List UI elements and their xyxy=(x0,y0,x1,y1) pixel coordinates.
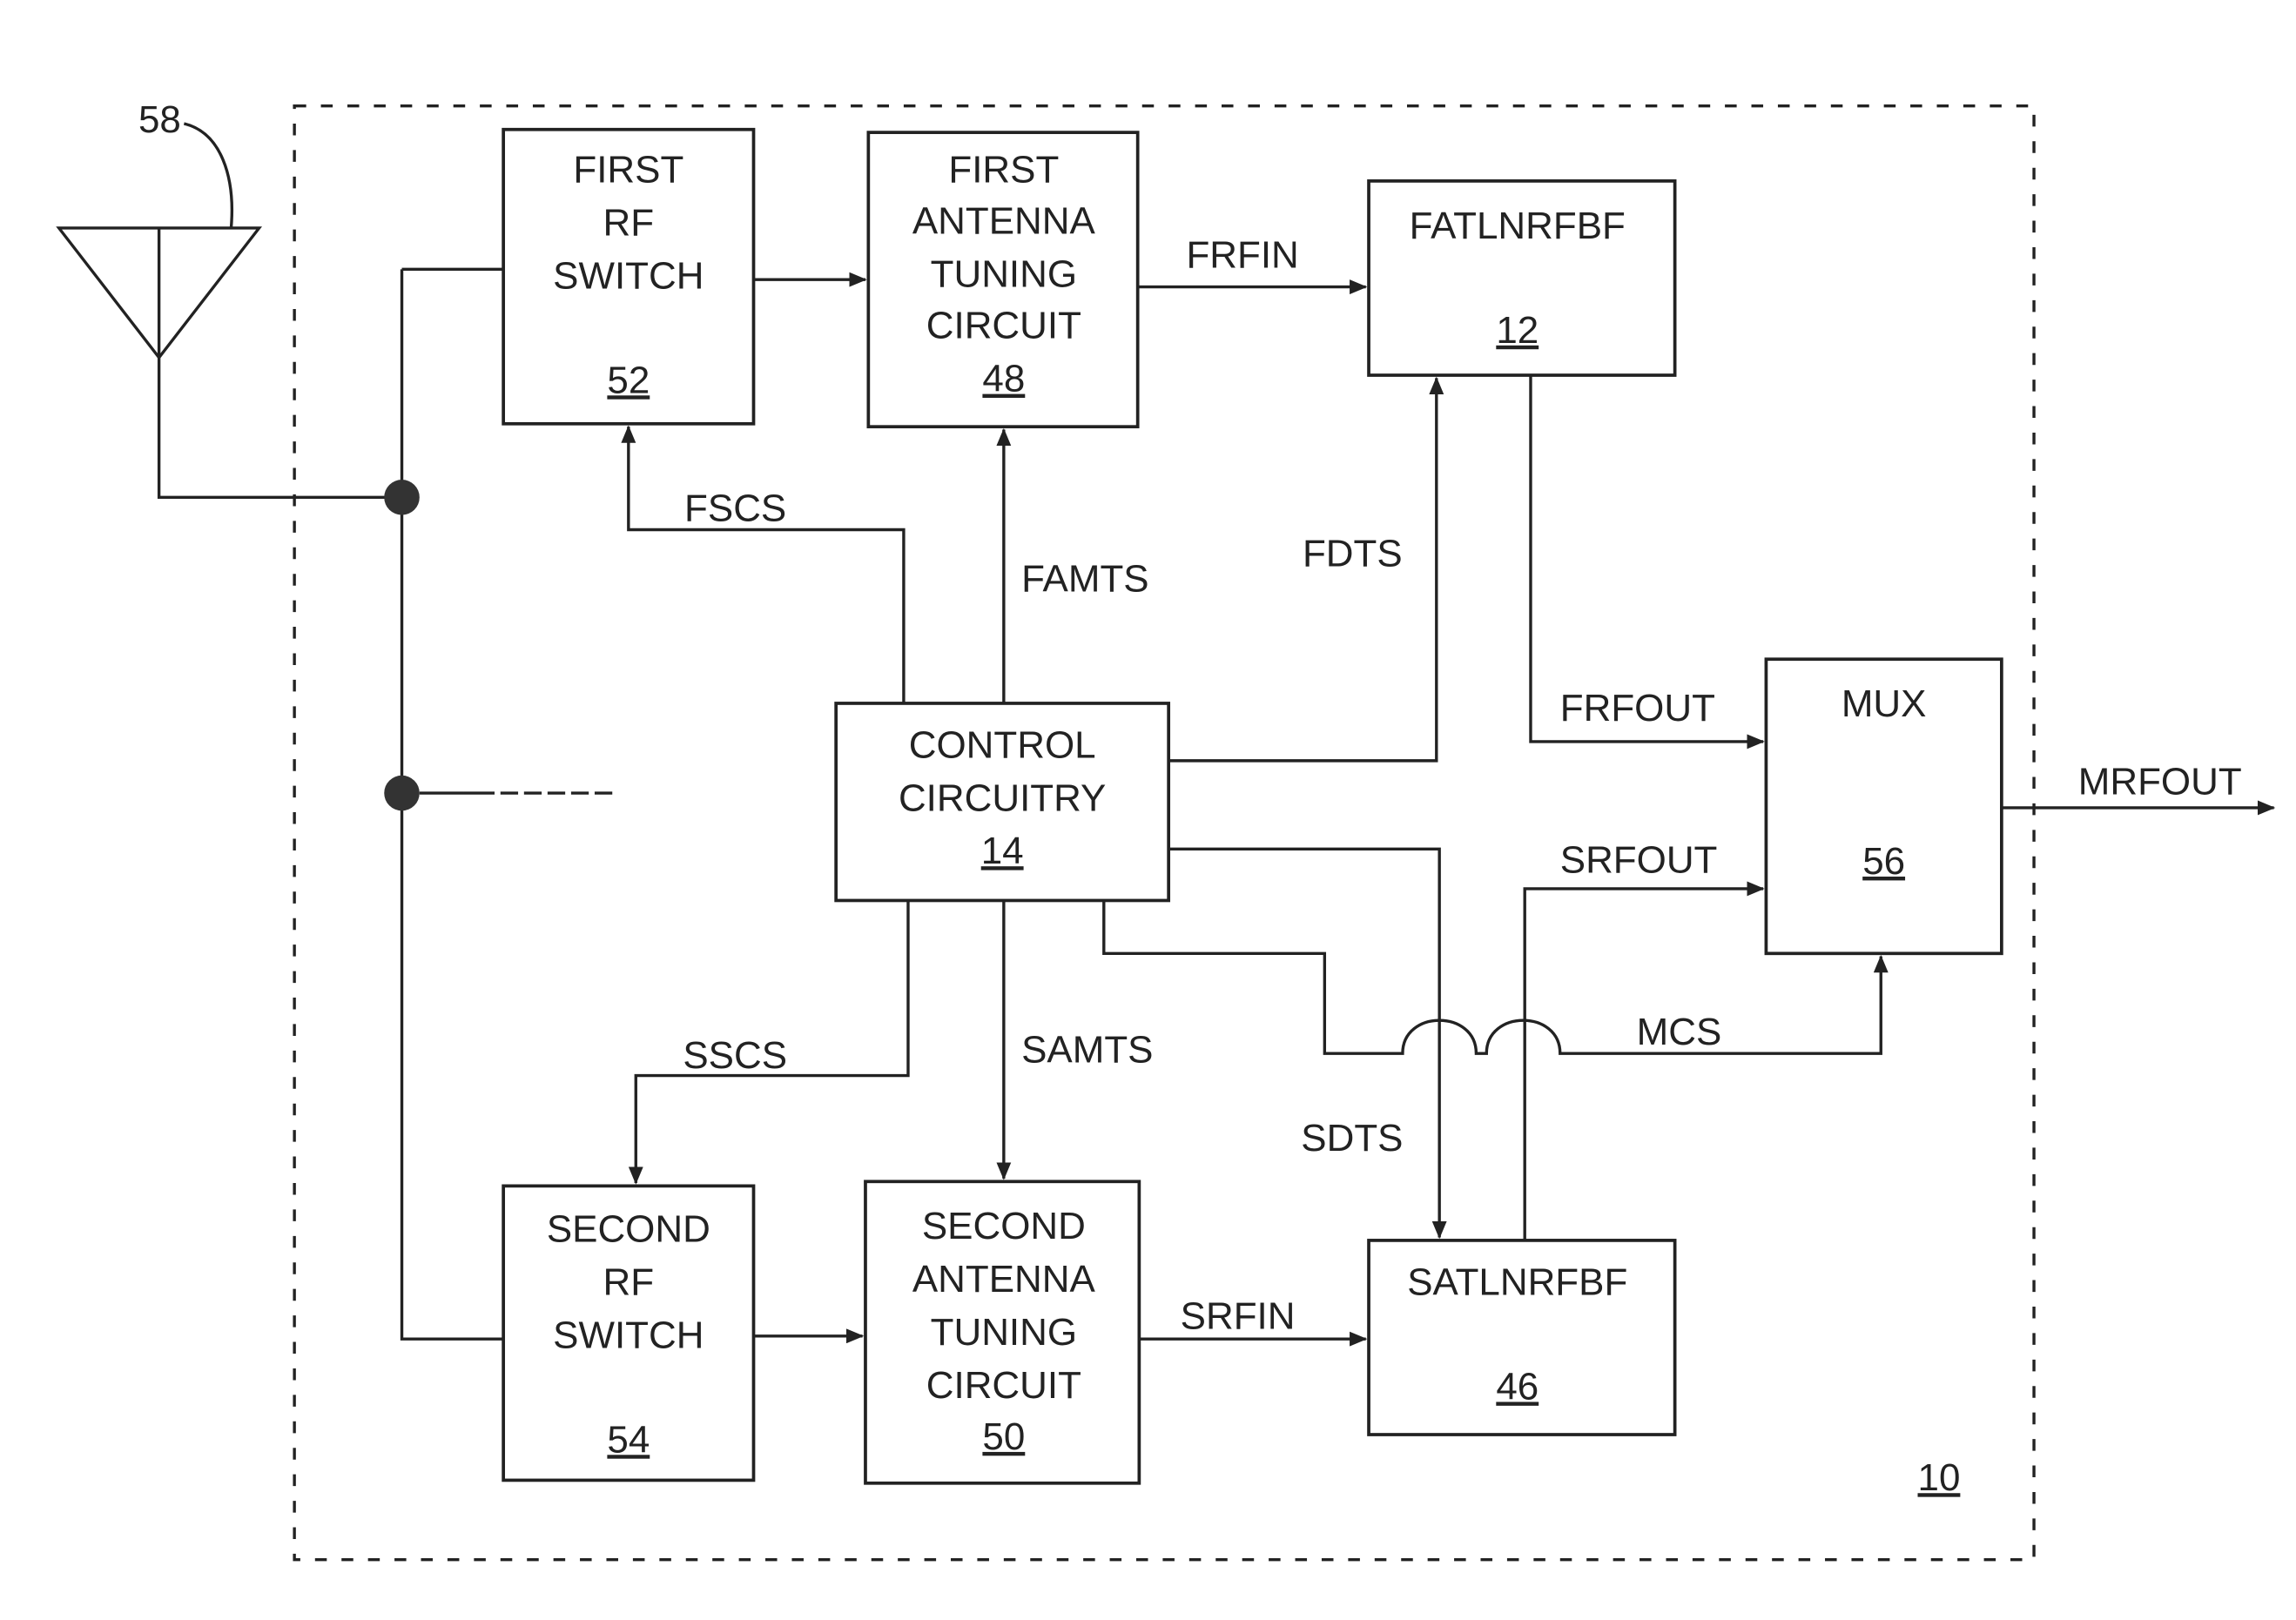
svg-text:50: 50 xyxy=(982,1415,1025,1458)
svg-text:FIRST: FIRST xyxy=(948,149,1059,192)
svg-text:14: 14 xyxy=(981,830,1024,872)
junction-dot-mid xyxy=(384,775,420,811)
second-antenna-tuning-block: SECOND ANTENNA TUNING CIRCUIT 50 xyxy=(864,1180,1141,1485)
first-antenna-tuning-block: FIRST ANTENNA TUNING CIRCUIT 48 xyxy=(866,131,1140,429)
label-frfout: FRFOUT xyxy=(1560,687,1715,729)
svg-text:CIRCUIT: CIRCUIT xyxy=(926,1364,1081,1407)
svg-text:FATLNRFBF: FATLNRFBF xyxy=(1410,205,1626,247)
label-frfin: FRFIN xyxy=(1186,234,1298,277)
wire-srfout xyxy=(1523,881,1765,1240)
wire-sdts xyxy=(1168,847,1447,1240)
antenna-ref: 58 xyxy=(138,98,181,141)
second-rf-switch-block: SECOND RF SWITCH 54 xyxy=(502,1184,756,1482)
svg-text:CIRCUITRY: CIRCUITRY xyxy=(899,776,1106,819)
svg-text:48: 48 xyxy=(982,358,1025,400)
label-fscs: FSCS xyxy=(684,487,786,529)
junction-dot-top xyxy=(384,480,420,515)
antenna-bus xyxy=(400,267,504,1341)
label-samts: SAMTS xyxy=(1021,1028,1153,1071)
svg-text:CIRCUIT: CIRCUIT xyxy=(926,305,1081,347)
label-sdts: SDTS xyxy=(1301,1117,1403,1160)
label-sscs: SSCS xyxy=(683,1034,787,1077)
first-rf-switch-block: FIRST RF SWITCH 52 xyxy=(502,127,756,426)
svg-text:TUNING: TUNING xyxy=(931,253,1077,296)
svg-text:52: 52 xyxy=(607,359,650,401)
svg-text:56: 56 xyxy=(1862,840,1905,883)
enclosure-ref: 10 xyxy=(1918,1456,1961,1499)
svg-text:TUNING: TUNING xyxy=(931,1311,1077,1354)
svg-text:54: 54 xyxy=(607,1418,650,1461)
antenna-icon xyxy=(56,122,402,500)
label-mrfout: MRFOUT xyxy=(2078,761,2242,803)
svg-text:12: 12 xyxy=(1496,309,1539,352)
label-srfout: SRFOUT xyxy=(1560,838,1718,881)
svg-text:RF: RF xyxy=(603,201,655,244)
label-mcs: MCS xyxy=(1637,1011,1722,1053)
wire-fscs xyxy=(621,425,906,703)
satlnrfbf-block: SATLNRFBF 46 xyxy=(1367,1239,1677,1436)
label-famts: FAMTS xyxy=(1021,557,1148,600)
svg-text:SECOND: SECOND xyxy=(547,1208,710,1251)
svg-text:CONTROL: CONTROL xyxy=(909,723,1096,766)
label-srfin: SRFIN xyxy=(1181,1294,1296,1337)
svg-text:SWITCH: SWITCH xyxy=(553,1314,704,1356)
svg-text:MUX: MUX xyxy=(1842,682,1927,725)
control-circuitry-block: CONTROL CIRCUITRY 14 xyxy=(834,702,1171,903)
svg-text:SECOND: SECOND xyxy=(922,1205,1086,1247)
svg-text:FIRST: FIRST xyxy=(573,149,683,192)
svg-text:SATLNRFBF: SATLNRFBF xyxy=(1407,1260,1627,1303)
svg-text:RF: RF xyxy=(603,1260,655,1303)
svg-text:ANTENNA: ANTENNA xyxy=(912,200,1096,243)
block-diagram: 10 58 FIRST RF SWITCH 52 FIRST ANTENNA T… xyxy=(56,98,2276,1562)
svg-text:46: 46 xyxy=(1496,1365,1539,1408)
svg-text:ANTENNA: ANTENNA xyxy=(912,1258,1096,1301)
fatlnrfbf-block: FATLNRFBF 12 xyxy=(1367,179,1677,377)
svg-text:SWITCH: SWITCH xyxy=(553,254,704,297)
wire-mcs xyxy=(1102,900,1889,1055)
mux-block: MUX 56 xyxy=(1764,657,2003,956)
label-fdts: FDTS xyxy=(1303,533,1403,575)
